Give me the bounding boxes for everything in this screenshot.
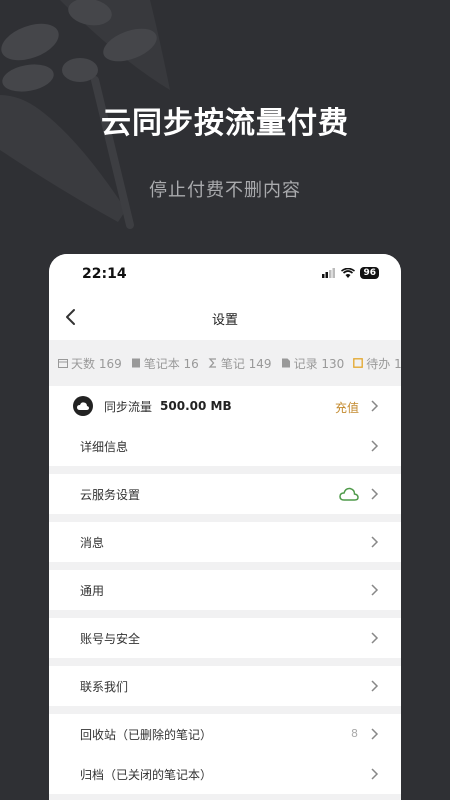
promo-subline: 停止付费不删内容 [149, 180, 301, 201]
messages-label: 消息 [80, 535, 105, 550]
contact-label: 联系我们 [80, 679, 129, 694]
cloud-settings-row[interactable]: 云服务设置 [49, 474, 401, 514]
chevron-right-icon [371, 400, 379, 412]
contact-row[interactable]: 联系我们 [49, 666, 401, 706]
stat-records[interactable]: 记录 130 [281, 355, 345, 372]
stat-todos[interactable]: 待办 19 [353, 355, 401, 372]
chevron-right-icon [371, 440, 379, 452]
calendar-icon [58, 359, 68, 368]
messages-row[interactable]: 消息 [49, 522, 401, 562]
details-label: 详细信息 [80, 439, 129, 454]
edit-doc-icon [281, 358, 290, 368]
chevron-right-icon [371, 536, 379, 548]
archive-row[interactable]: 归档（已关闭的笔记本） [49, 754, 401, 794]
battery-indicator: 96 [360, 267, 379, 279]
page-title: 设置 [211, 313, 238, 328]
general-row[interactable]: 通用 [49, 570, 401, 610]
nav-bar: 设置 [49, 294, 401, 340]
status-bar: 22:14 96 [49, 254, 401, 294]
cloud-status-icon [339, 487, 359, 501]
contact-group: 联系我们 [49, 666, 401, 706]
stat-notebooks-label: 笔记本 16 [143, 356, 199, 371]
stat-records-label: 记录 130 [293, 356, 345, 371]
status-time: 22:14 [82, 266, 127, 282]
sigma-icon [208, 358, 216, 368]
sync-traffic-value: 500.00 MB [160, 399, 232, 413]
stat-days[interactable]: 天数 169 [58, 355, 122, 372]
account-security-label: 账号与安全 [80, 631, 141, 646]
recharge-link[interactable]: 充值 [335, 399, 359, 416]
details-row[interactable]: 详细信息 [49, 426, 401, 466]
cellular-signal-icon [322, 268, 336, 278]
sync-traffic-label: 同步流量 [104, 399, 153, 414]
chevron-right-icon [371, 632, 379, 644]
stats-bar: 天数 169 笔记本 16 笔记 149 记录 130 待办 19 [49, 340, 401, 386]
account-security-row[interactable]: 账号与安全 [49, 618, 401, 658]
stat-days-label: 天数 169 [71, 356, 122, 371]
promo-headline: 云同步按流量付费 [101, 106, 349, 141]
cloud-group: 云服务设置 [49, 474, 401, 514]
account-group: 账号与安全 [49, 618, 401, 658]
stat-notes-label: 笔记 149 [220, 356, 272, 371]
recycle-bin-row[interactable]: 回收站（已删除的笔记） 8 [49, 714, 401, 754]
cloud-avatar-icon [73, 396, 93, 416]
chevron-right-icon [371, 728, 379, 740]
chevron-right-icon [371, 680, 379, 692]
general-group: 通用 [49, 570, 401, 610]
stat-notebooks[interactable]: 笔记本 16 [131, 355, 199, 372]
status-icons: 96 [322, 267, 379, 279]
general-label: 通用 [80, 583, 105, 598]
notebook-icon [131, 358, 140, 368]
archive-label: 归档（已关闭的笔记本） [80, 767, 213, 782]
wifi-icon [341, 268, 356, 278]
storage-group: 回收站（已删除的笔记） 8 归档（已关闭的笔记本） [49, 714, 401, 794]
chevron-right-icon [371, 768, 379, 780]
stat-todos-label: 待办 19 [366, 356, 401, 371]
chevron-right-icon [371, 584, 379, 596]
phone-screen: 22:14 96 设置 天数 169 笔记本 16 笔记 149 记录 130 … [49, 254, 401, 800]
stat-notes[interactable]: 笔记 149 [208, 355, 272, 372]
sync-traffic-row[interactable]: 同步流量 500.00 MB 充值 [49, 386, 401, 426]
sync-group: 同步流量 500.00 MB 充值 详细信息 [49, 386, 401, 466]
messages-group: 消息 [49, 522, 401, 562]
checkbox-icon [353, 358, 364, 368]
chevron-right-icon [371, 488, 379, 500]
recycle-count: 8 [351, 727, 358, 740]
